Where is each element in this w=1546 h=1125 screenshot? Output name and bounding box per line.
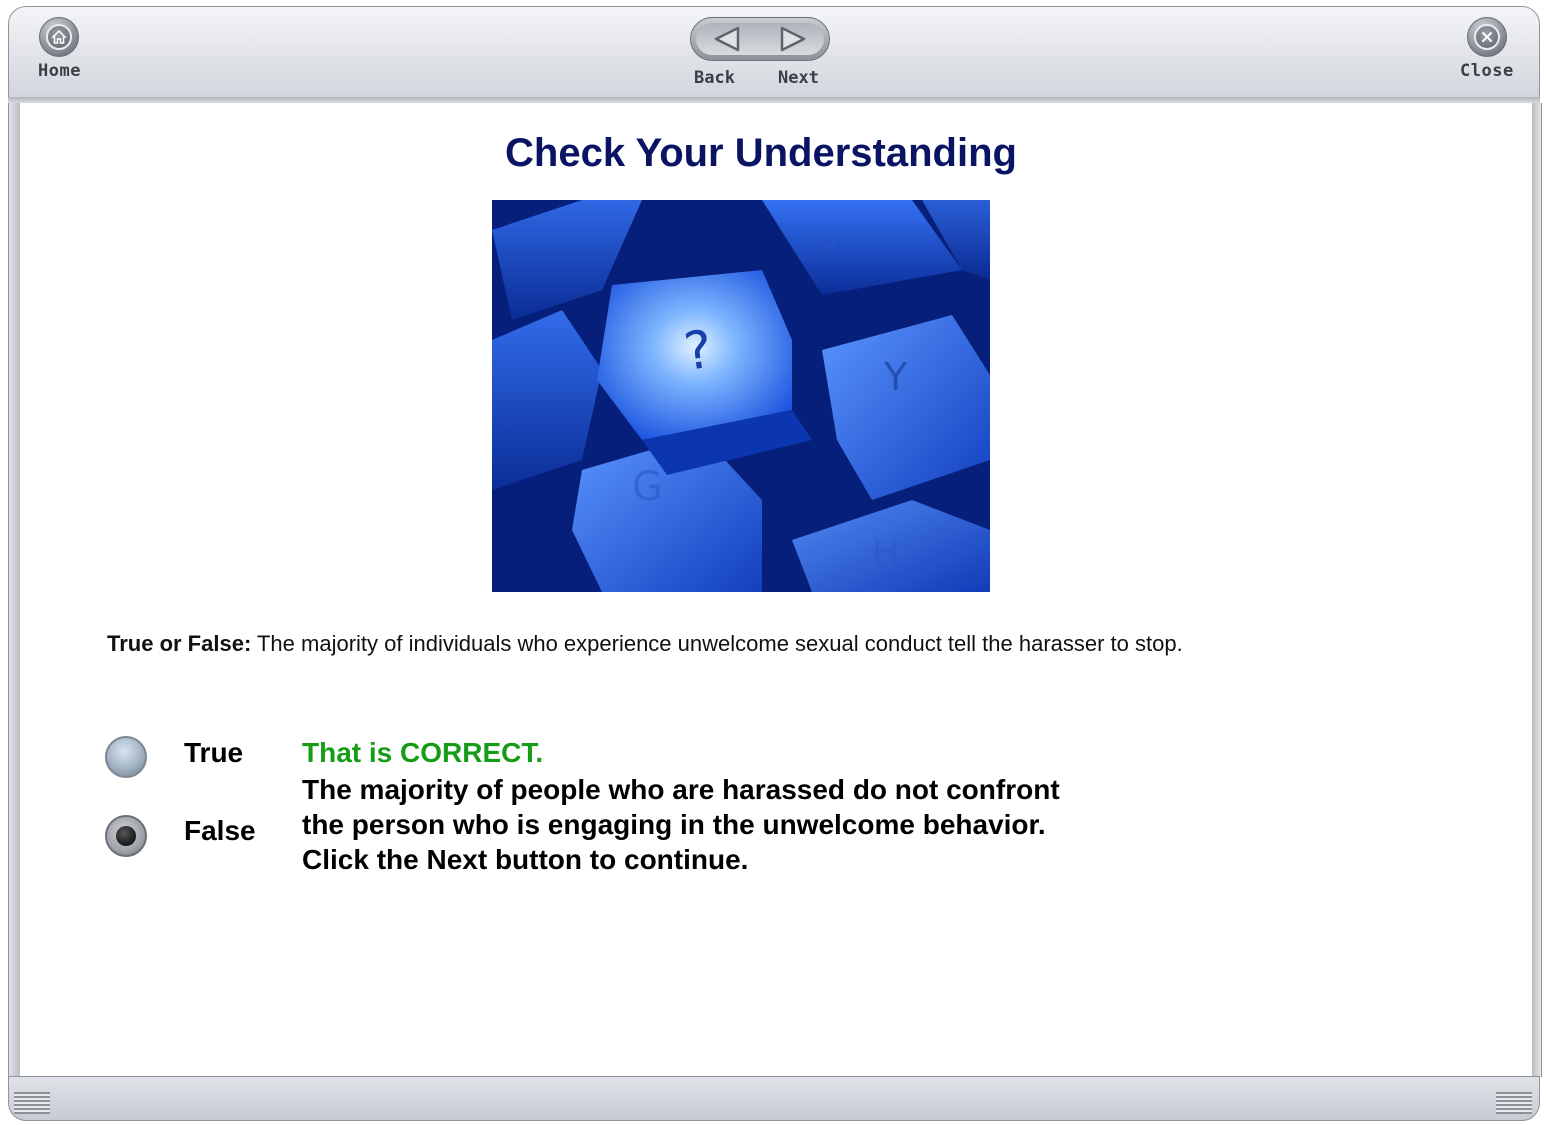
option-true-label[interactable]: True (184, 737, 243, 769)
nav-pill (690, 17, 830, 61)
option-false-label[interactable]: False (184, 815, 256, 847)
radio-true[interactable] (105, 736, 147, 778)
right-grip-icon[interactable] (1496, 1092, 1532, 1114)
next-arrow-icon[interactable] (772, 25, 812, 53)
question-prefix: True or False: (107, 631, 252, 656)
back-button[interactable]: Back (694, 68, 735, 88)
radio-selected-dot (116, 826, 136, 846)
question-body: The majority of individuals who experien… (251, 631, 1183, 656)
back-arrow-icon[interactable] (708, 25, 748, 53)
content-area: Check Your Understanding ? Y G H 6 True … (20, 103, 1532, 1077)
left-border (8, 103, 20, 1077)
keyboard-image: ? Y G H 6 (492, 200, 990, 592)
bottom-bar (8, 1076, 1540, 1121)
g-key-glyph: G (632, 464, 663, 510)
question-text: True or False: The majority of individua… (107, 631, 1183, 657)
page-title: Check Your Understanding (505, 131, 1017, 175)
feedback-body: The majority of people who are harassed … (302, 774, 1060, 875)
next-button[interactable]: Next (778, 68, 819, 88)
feedback-status: That is CORRECT. (302, 737, 544, 768)
right-border (1532, 103, 1542, 1077)
y-key-glyph: Y (883, 355, 908, 399)
close-label: Close (1460, 61, 1514, 81)
six-key-glyph: 6 (822, 229, 836, 254)
home-button[interactable]: Home (38, 17, 81, 81)
player-window: Home Back Next Close Check Your Understa… (0, 0, 1546, 1125)
home-label: Home (38, 61, 81, 81)
h-key-glyph: H (872, 533, 899, 574)
left-grip-icon[interactable] (14, 1092, 50, 1114)
close-button[interactable]: Close (1460, 17, 1514, 81)
home-icon (39, 17, 80, 57)
radio-false[interactable] (105, 815, 147, 857)
close-icon (1466, 17, 1507, 57)
